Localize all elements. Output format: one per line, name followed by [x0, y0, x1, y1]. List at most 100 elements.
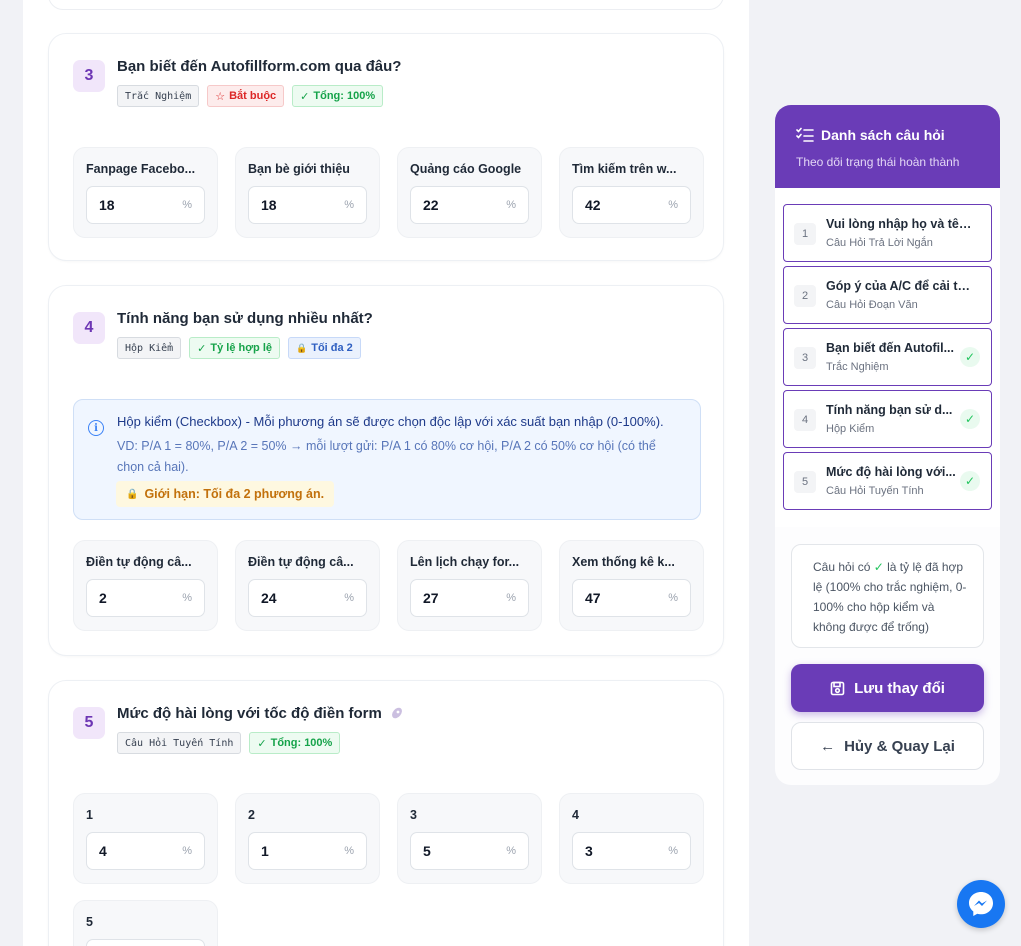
- percent-unit: %: [506, 845, 516, 857]
- sidebar-question-item[interactable]: 5 Mức độ hài lòng với... Câu Hỏi Tuyến T…: [783, 452, 992, 510]
- total-status-tag: ✓ Tổng: 100%: [249, 732, 341, 754]
- save-icon: [830, 681, 845, 696]
- question-title: Tính năng bạn sử dụng nhiều nhất?: [117, 310, 373, 327]
- list-check-icon: [796, 127, 814, 143]
- check-icon: ✓: [257, 737, 267, 750]
- option-percent-input[interactable]: 24 %: [248, 579, 367, 617]
- option-grid: 1 4 % 2 1 % 3 5 % 4 3 %: [73, 793, 704, 884]
- sidebar-question-item[interactable]: 2 Góp ý của A/C để cải th... Câu Hỏi Đoạ…: [783, 266, 992, 324]
- option-percent-input[interactable]: %: [86, 939, 205, 946]
- option-card: Quảng cáo Google 22 %: [397, 147, 542, 238]
- total-status-tag: ✓ Tổng: 100%: [292, 85, 384, 107]
- total-status-label: Tổng: 100%: [270, 737, 333, 749]
- option-percent-value: 18: [99, 197, 115, 213]
- check-icon: ✓: [960, 347, 980, 367]
- option-card: 4 3 %: [559, 793, 704, 884]
- sidebar-item-number: 2: [794, 285, 816, 307]
- option-percent-input[interactable]: 5 %: [410, 832, 529, 870]
- option-percent-input[interactable]: 1 %: [248, 832, 367, 870]
- option-percent-value: 3: [585, 843, 593, 859]
- max-limit-tag: 🔒 Tối đa 2: [288, 337, 361, 359]
- option-percent-input[interactable]: 22 %: [410, 186, 529, 224]
- option-percent-value: 22: [423, 197, 439, 213]
- option-label: 2: [248, 808, 255, 822]
- option-percent-input[interactable]: 4 %: [86, 832, 205, 870]
- option-card: 5 %: [73, 900, 218, 946]
- sidebar-item-number: 5: [794, 471, 816, 493]
- valid-status-label: Tỷ lệ hợp lệ: [210, 342, 273, 354]
- option-label: Tìm kiếm trên w...: [572, 162, 677, 176]
- max-limit-label: Tối đa 2: [311, 342, 353, 354]
- option-grid-row-2: 5 %: [73, 900, 218, 946]
- check-icon: ✓: [300, 90, 310, 103]
- option-card: 1 4 %: [73, 793, 218, 884]
- arrow-left-icon: ←: [820, 737, 836, 755]
- option-card: 2 1 %: [235, 793, 380, 884]
- sidebar-item-type: Câu Hỏi Tuyến Tính: [826, 485, 924, 497]
- lock-icon: 🔒: [126, 488, 139, 500]
- option-percent-input[interactable]: 2 %: [86, 579, 205, 617]
- option-card: Bạn bè giới thiệu 18 %: [235, 147, 380, 238]
- question-title: Bạn biết đến Autofillform.com qua đâu?: [117, 58, 402, 75]
- option-percent-input[interactable]: 3 %: [572, 832, 691, 870]
- question-card-5: 5 Mức độ hài lòng với tốc độ điền form C…: [48, 680, 724, 946]
- question-card-4: 4 Tính năng bạn sử dụng nhiều nhất? Hộp …: [48, 285, 724, 656]
- option-percent-value: 24: [261, 590, 277, 606]
- sidebar-header: Danh sách câu hỏi Theo dõi trạng thái ho…: [775, 105, 1000, 188]
- question-card-3: 3 Bạn biết đến Autofillform.com qua đâu?…: [48, 33, 724, 261]
- check-icon: ✓: [960, 409, 980, 429]
- sidebar-item-number: 3: [794, 347, 816, 369]
- sidebar-question-item[interactable]: 3 Bạn biết đến Autofil... Trắc Nghiệm ✓: [783, 328, 992, 386]
- question-type-tag: Trắc Nghiệm: [117, 85, 200, 107]
- question-number-badge: 4: [73, 312, 105, 344]
- total-status-label: Tổng: 100%: [313, 90, 376, 102]
- option-percent-value: 1: [261, 843, 269, 859]
- sidebar-item-number: 4: [794, 409, 816, 431]
- option-percent-value: 27: [423, 590, 439, 606]
- option-label: Lên lịch chạy for...: [410, 555, 520, 569]
- sidebar-question-item[interactable]: 1 Vui lòng nhập họ và tên... Câu Hỏi Trả…: [783, 204, 992, 262]
- sidebar-item-title: Vui lòng nhập họ và tên...: [826, 217, 972, 231]
- option-percent-input[interactable]: 47 %: [572, 579, 691, 617]
- limit-warning-text: Giới hạn: Tối đa 2 phương án.: [144, 487, 325, 501]
- option-percent-input[interactable]: 27 %: [410, 579, 529, 617]
- required-tag-label: Bắt buộc: [229, 90, 277, 102]
- cancel-back-button[interactable]: ← Hủy & Quay Lại: [791, 722, 984, 770]
- cancel-back-label: Hủy & Quay Lại: [844, 737, 955, 755]
- sidebar-item-title: Bạn biết đến Autofil...: [826, 341, 955, 355]
- percent-unit: %: [668, 199, 678, 211]
- save-changes-button[interactable]: Lưu thay đổi: [791, 664, 984, 712]
- option-grid: Điền tự động câ... 2 % Điền tự động câ..…: [73, 540, 704, 631]
- percent-unit: %: [506, 199, 516, 211]
- info-description: VD: P/A 1 = 80%, P/A 2 = 50% → mỗi lượt …: [117, 439, 656, 474]
- option-card: Lên lịch chạy for... 27 %: [397, 540, 542, 631]
- option-card: Fanpage Facebo... 18 %: [73, 147, 218, 238]
- messenger-chat-button[interactable]: [957, 880, 1005, 928]
- check-icon: ✓: [197, 342, 207, 355]
- sidebar-item-title: Tính năng bạn sử d...: [826, 403, 953, 417]
- percent-unit: %: [344, 845, 354, 857]
- percent-unit: %: [182, 845, 192, 857]
- rocket-icon: [390, 706, 404, 720]
- limit-warning: 🔒 Giới hạn: Tối đa 2 phương án.: [116, 481, 335, 507]
- option-label: Điền tự động câ...: [86, 555, 192, 569]
- question-list-sidebar: Danh sách câu hỏi Theo dõi trạng thái ho…: [775, 105, 1000, 785]
- option-percent-value: 42: [585, 197, 601, 213]
- lock-icon: 🔒: [296, 342, 308, 353]
- percent-unit: %: [182, 592, 192, 604]
- sidebar-item-title: Mức độ hài lòng với...: [826, 465, 956, 479]
- sidebar-item-type: Trắc Nghiệm: [826, 361, 889, 373]
- question-title-text: Mức độ hài lòng với tốc độ điền form: [117, 705, 382, 722]
- option-percent-input[interactable]: 18 %: [248, 186, 367, 224]
- option-label: Quảng cáo Google: [410, 162, 522, 176]
- info-icon: i: [88, 420, 104, 436]
- option-grid: Fanpage Facebo... 18 % Bạn bè giới thiệu…: [73, 147, 704, 238]
- percent-unit: %: [506, 592, 516, 604]
- checkbox-info-box: i Hộp kiểm (Checkbox) - Mỗi phương án sẽ…: [73, 399, 701, 520]
- percent-unit: %: [668, 845, 678, 857]
- sidebar-item-type: Hộp Kiểm: [826, 423, 875, 435]
- option-percent-input[interactable]: 18 %: [86, 186, 205, 224]
- option-percent-input[interactable]: 42 %: [572, 186, 691, 224]
- option-card: Điền tự động câ... 24 %: [235, 540, 380, 631]
- sidebar-question-item[interactable]: 4 Tính năng bạn sử d... Hộp Kiểm ✓: [783, 390, 992, 448]
